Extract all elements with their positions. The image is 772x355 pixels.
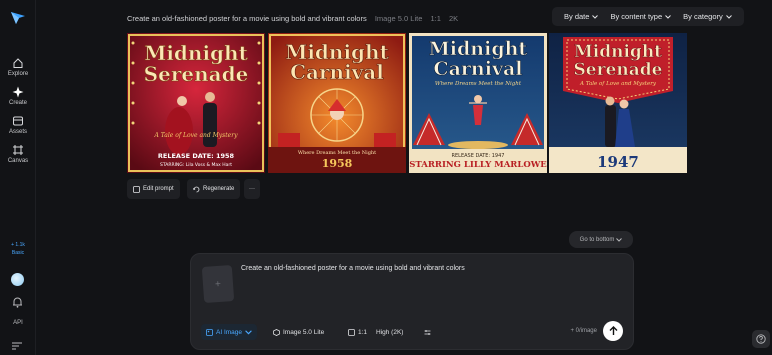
credits-badge[interactable]: + 1.1k Basic: [4, 241, 32, 257]
mode-selector[interactable]: AI Image: [201, 324, 258, 340]
sidebar-item-label: Create: [8, 100, 27, 106]
poster-title-line2: Carnival: [433, 58, 522, 80]
folder-icon: [13, 116, 23, 126]
go-to-bottom-button[interactable]: Go to bottom: [569, 231, 633, 248]
ratio-icon: [348, 328, 355, 336]
chevron-down-icon: [616, 237, 623, 242]
poster-subtitle: A Tale of Love and Mystery: [154, 132, 239, 139]
send-button[interactable]: [603, 321, 623, 341]
model-label: Image 5.0 Lite: [283, 328, 325, 336]
poster-release: 1947: [597, 153, 639, 171]
app-logo-icon[interactable]: [10, 11, 26, 25]
edit-prompt-label: Edit prompt: [143, 186, 174, 192]
regenerate-button[interactable]: Regenerate: [187, 179, 241, 199]
chevron-down-icon: [665, 14, 671, 19]
model-icon: [273, 328, 280, 336]
filter-label: By date: [564, 12, 590, 21]
poster-image[interactable]: Midnight Serenade A Tale of Love and Mys…: [549, 33, 687, 173]
prompt-text: Create an old-fashioned poster for a mov…: [127, 14, 367, 23]
image-icon: [206, 328, 213, 336]
poster-credits: STARRING LILLY MARLOWE: [409, 160, 547, 170]
model-label: Image 5.0 Lite: [374, 14, 423, 23]
poster-subtitle: Where Dreams Meet the Night: [435, 81, 522, 87]
help-icon: [756, 334, 766, 344]
sparkle-icon: [12, 86, 24, 98]
poster-release: 1958: [322, 157, 353, 170]
poster-image[interactable]: Midnight Carnival Where Dreams Meet the …: [409, 33, 547, 173]
sliders-icon: [424, 329, 431, 335]
filter-label: By category: [683, 12, 723, 21]
regenerate-icon: [193, 186, 200, 192]
poster-title-line2: Serenade: [144, 62, 249, 86]
ratio-selector[interactable]: 1:1: [348, 324, 367, 340]
quality-selector[interactable]: High (2K): [376, 324, 403, 340]
edit-prompt-button[interactable]: Edit prompt: [127, 179, 180, 199]
more-icon: ···: [249, 186, 255, 192]
credits-amount: + 1.1k: [11, 242, 25, 248]
model-selector[interactable]: Image 5.0 Lite: [273, 324, 324, 340]
poster-subtitle: Where Dreams Meet the Night: [298, 150, 376, 156]
edit-icon: [133, 185, 140, 193]
plus-icon: +: [214, 278, 222, 290]
poster-release: RELEASE DATE: 1947: [452, 153, 505, 159]
quality-label: High (2K): [376, 328, 404, 336]
poster-title-line2: Carnival: [290, 60, 384, 84]
prompt-input[interactable]: Create an old-fashioned poster for a mov…: [241, 265, 465, 272]
settings-button[interactable]: [424, 324, 431, 340]
regenerate-label: Regenerate: [203, 186, 235, 192]
menu-icon[interactable]: [12, 342, 22, 350]
poster-credits: STARRING: Lila Voss & Max Hart: [160, 162, 232, 168]
mode-label: AI Image: [216, 328, 243, 336]
help-button[interactable]: [752, 330, 770, 348]
resolution-label: 2K: [448, 14, 459, 23]
poster-title-line1: Midnight: [429, 38, 528, 60]
more-options-button[interactable]: ···: [244, 179, 260, 199]
ratio-label: 1:1: [358, 328, 368, 336]
sidebar-item-assets[interactable]: Assets: [0, 115, 36, 135]
sidebar-item-canvas[interactable]: Canvas: [0, 144, 36, 164]
poster-subtitle: A Tale of Love and Mystery: [579, 81, 657, 87]
generation-prompt-header: Create an old-fashioned poster for a mov…: [127, 14, 458, 23]
cost-label: + 0/image: [570, 328, 597, 334]
poster-release: RELEASE DATE: 1958: [158, 152, 235, 160]
poster-title-line1: Midnight: [574, 42, 662, 62]
poster-image[interactable]: Midnight Carnival Where Dreams Meet the …: [268, 33, 406, 173]
arrow-up-icon: [609, 326, 617, 335]
chevron-down-icon: [592, 14, 599, 19]
canvas-icon: [13, 145, 23, 155]
chevron-down-icon: [245, 329, 252, 334]
prompt-composer: + Create an old-fashioned poster for a m…: [190, 253, 634, 350]
avatar[interactable]: [11, 273, 24, 286]
filter-by-content-type[interactable]: By content type: [604, 12, 677, 21]
sidebar-item-label: Canvas: [7, 158, 29, 164]
sidebar-item-label: Assets: [8, 129, 27, 135]
home-icon: [13, 58, 23, 68]
image-upload-button[interactable]: +: [201, 264, 235, 304]
sidebar-item-create[interactable]: Create: [0, 86, 36, 106]
bell-icon[interactable]: [12, 296, 23, 308]
sidebar-item-label: Explore: [7, 71, 29, 77]
sidebar-item-explore[interactable]: Explore: [0, 57, 36, 77]
app-root: Explore Create Assets Canvas + 1.1k Basi…: [0, 0, 772, 355]
filter-label: By content type: [610, 12, 663, 21]
filter-by-date[interactable]: By date: [558, 12, 604, 21]
ratio-label: 1:1: [430, 14, 441, 23]
go-to-bottom-label: Go to bottom: [579, 236, 615, 243]
api-link[interactable]: API: [0, 320, 36, 326]
plan-label: Basic: [11, 250, 25, 256]
sidebar: Explore Create Assets Canvas + 1.1k Basi…: [0, 0, 36, 355]
filter-by-category[interactable]: By category: [677, 12, 738, 21]
chevron-down-icon: [725, 14, 732, 19]
poster-title-line2: Serenade: [574, 60, 663, 80]
filter-bar: By date By content type By category: [552, 7, 744, 26]
poster-image[interactable]: Midnight Serenade A Tale of Love and Mys…: [127, 33, 265, 173]
